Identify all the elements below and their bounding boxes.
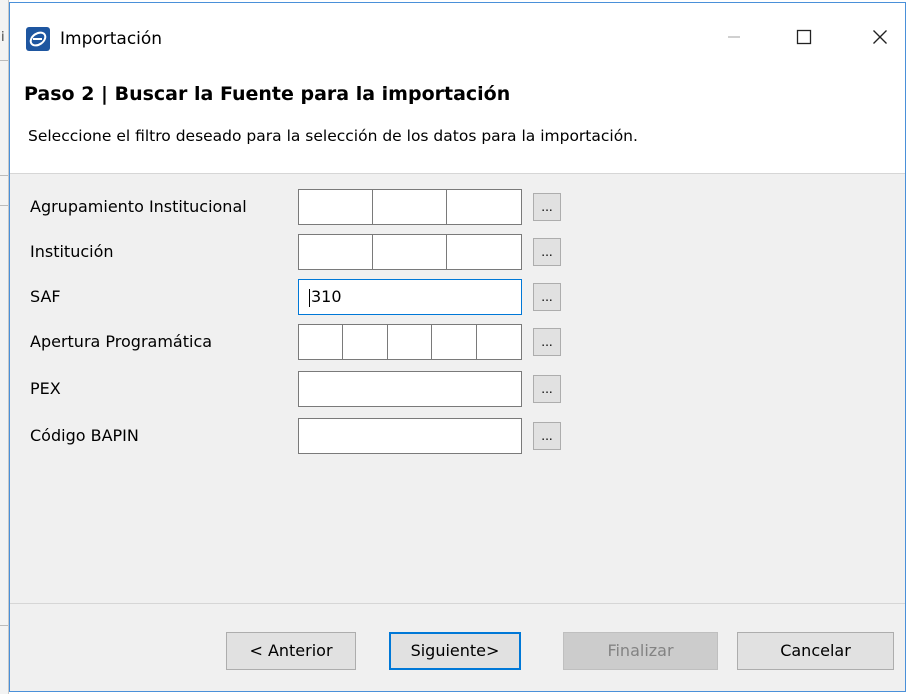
- background-divider: [0, 60, 8, 61]
- form-row-saf: SAF 310 ...: [10, 279, 905, 315]
- import-dialog: Importación Paso 2 | Buscar la Fuente pa…: [9, 2, 906, 692]
- step-header: Paso 2 | Buscar la Fuente para la import…: [10, 63, 905, 173]
- maximize-button[interactable]: [782, 19, 826, 55]
- background-divider: [0, 175, 8, 176]
- back-button[interactable]: < Anterior: [226, 632, 356, 670]
- browse-institucion-button[interactable]: ...: [533, 238, 561, 266]
- apertura-segmented-input: [298, 324, 522, 360]
- browse-agrupamiento-button[interactable]: ...: [533, 193, 561, 221]
- institucion-segmented-input: [298, 234, 522, 270]
- browse-apertura-button[interactable]: ...: [533, 328, 561, 356]
- window-title: Importación: [60, 29, 163, 49]
- step-title: Paso 2 | Buscar la Fuente para la import…: [24, 83, 511, 105]
- bapin-input[interactable]: [298, 418, 522, 454]
- pex-input[interactable]: [298, 371, 522, 407]
- browse-saf-button[interactable]: ...: [533, 283, 561, 311]
- maximize-icon: [796, 29, 812, 45]
- segment-field[interactable]: [476, 325, 521, 359]
- field-label: SAF: [30, 287, 61, 306]
- minimize-button[interactable]: [712, 19, 756, 55]
- field-label: Agrupamiento Institucional: [30, 197, 247, 216]
- finish-button[interactable]: Finalizar: [563, 632, 718, 670]
- field-label: Código BAPIN: [30, 426, 139, 445]
- background-window-strip: i: [0, 0, 9, 694]
- segment-field[interactable]: [373, 190, 447, 224]
- wizard-footer: < Anterior Siguiente> Finalizar Cancelar: [10, 603, 905, 691]
- segment-field[interactable]: [447, 235, 521, 269]
- browse-pex-button[interactable]: ...: [533, 375, 561, 403]
- close-button[interactable]: [858, 19, 902, 55]
- field-label: Apertura Programática: [30, 332, 213, 351]
- background-text-fragment: i: [1, 30, 5, 45]
- segment-field[interactable]: [299, 190, 373, 224]
- segment-field[interactable]: [432, 325, 477, 359]
- segment-field[interactable]: [343, 325, 388, 359]
- saf-input[interactable]: 310: [298, 279, 522, 315]
- agrupamiento-segmented-input: [298, 189, 522, 225]
- app-e-icon: [26, 27, 50, 51]
- background-divider: [0, 625, 8, 626]
- segment-field[interactable]: [299, 235, 373, 269]
- segment-field[interactable]: [299, 325, 344, 359]
- form-row-pex: PEX ...: [10, 371, 905, 407]
- browse-bapin-button[interactable]: ...: [533, 422, 561, 450]
- minimize-icon: [728, 36, 740, 38]
- text-caret: [309, 288, 310, 307]
- next-button[interactable]: Siguiente>: [389, 632, 521, 670]
- field-label: PEX: [30, 379, 61, 398]
- segment-field[interactable]: [387, 325, 433, 359]
- form-row-bapin: Código BAPIN ...: [10, 418, 905, 454]
- cancel-button[interactable]: Cancelar: [737, 632, 894, 670]
- close-icon: [873, 30, 887, 44]
- segment-field[interactable]: [373, 235, 447, 269]
- filter-form: Agrupamiento Institucional ... Instituci…: [10, 173, 905, 604]
- segment-field[interactable]: [447, 190, 521, 224]
- title-bar[interactable]: Importación: [10, 3, 905, 63]
- form-row-apertura: Apertura Programática ...: [10, 324, 905, 360]
- step-description: Seleccione el filtro deseado para la sel…: [28, 127, 638, 145]
- field-label: Institución: [30, 242, 114, 261]
- form-row-institucion: Institución ...: [10, 234, 905, 270]
- saf-value: 310: [311, 287, 342, 306]
- form-row-agrupamiento: Agrupamiento Institucional ...: [10, 189, 905, 225]
- background-divider: [0, 205, 8, 206]
